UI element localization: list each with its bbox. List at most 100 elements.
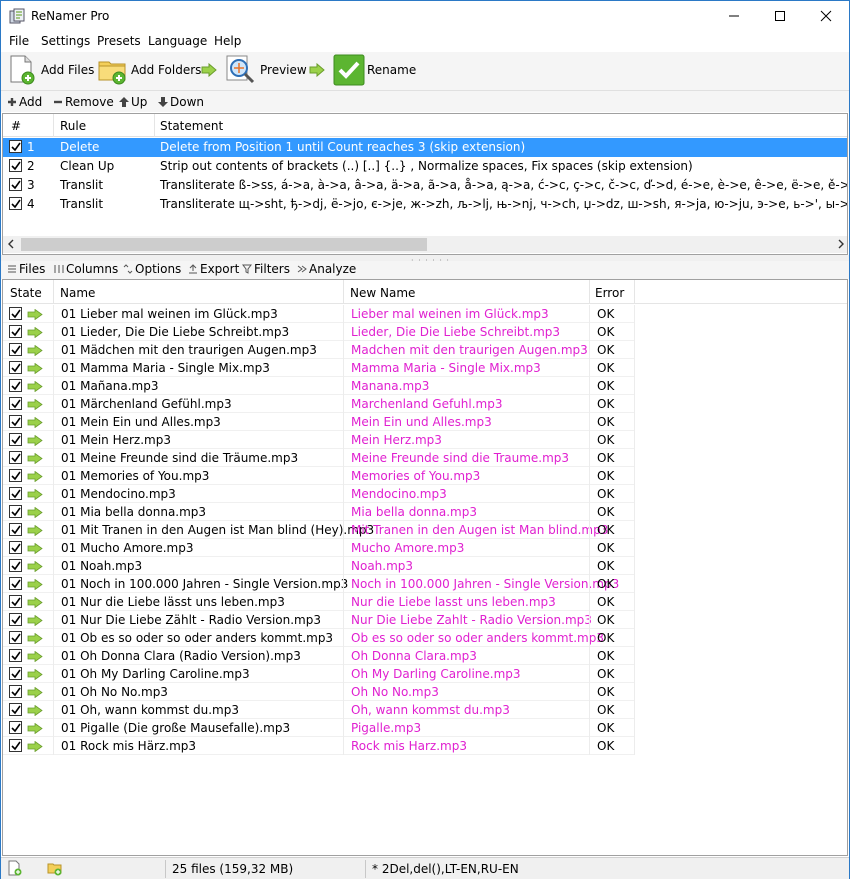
- file-checkbox[interactable]: [9, 361, 22, 374]
- file-row[interactable]: 01 Oh, wann kommst du.mp3 Oh, wann kommst…: [3, 701, 635, 719]
- add-file-small-icon[interactable]: [7, 860, 23, 876]
- rule-row[interactable]: 2 Clean Up Strip out contents of brackets …: [3, 157, 847, 176]
- rule-checkbox[interactable]: [9, 178, 22, 191]
- files-col-name[interactable]: Name: [60, 286, 95, 300]
- file-row[interactable]: 01 Märchenland Gefühl.mp3 Marchenland Gef…: [3, 395, 635, 413]
- rule-checkbox[interactable]: [9, 159, 22, 172]
- file-row[interactable]: 01 Pigalle (Die große Mausefalle).mp3 Pig…: [3, 719, 635, 737]
- rules-col-num[interactable]: #: [11, 119, 21, 133]
- file-new-name: Mein Herz.mp3: [351, 433, 442, 447]
- files-col-new-name[interactable]: New Name: [350, 286, 415, 300]
- add-folders-button[interactable]: Add Folders: [97, 52, 201, 88]
- file-row[interactable]: 01 Mein Herz.mp3 Mein Herz.mp3 OK: [3, 431, 635, 449]
- file-checkbox[interactable]: [9, 487, 22, 500]
- col-divider: [634, 665, 635, 683]
- file-error: OK: [597, 343, 615, 357]
- menu-help[interactable]: Help: [214, 34, 241, 48]
- rename-button[interactable]: Rename: [333, 52, 417, 88]
- file-checkbox[interactable]: [9, 397, 22, 410]
- file-row[interactable]: 01 Mein Ein und Alles.mp3 Mein Ein und Al…: [3, 413, 635, 431]
- file-row[interactable]: 01 Noch in 100.000 Jahren - Single Versi…: [3, 575, 635, 593]
- filters-menu-button[interactable]: Filters: [242, 262, 290, 276]
- file-row[interactable]: 01 Mucho Amore.mp3 Mucho Amore.mp3 OK: [3, 539, 635, 557]
- export-menu-button[interactable]: Export: [188, 262, 239, 276]
- scrollbar-thumb[interactable]: [21, 238, 427, 251]
- file-checkbox[interactable]: [9, 703, 22, 716]
- title-bar[interactable]: ReNamer Pro: [1, 1, 849, 31]
- check-icon: [11, 309, 21, 319]
- options-menu-button[interactable]: Options: [123, 262, 181, 276]
- menu-settings[interactable]: Settings: [41, 34, 90, 48]
- col-divider: [343, 539, 344, 557]
- file-row[interactable]: 01 Mendocino.mp3 Mendocino.mp3 OK: [3, 485, 635, 503]
- maximize-button[interactable]: [757, 1, 803, 31]
- file-checkbox[interactable]: [9, 739, 22, 752]
- rule-checkbox[interactable]: [9, 140, 22, 153]
- move-down-button[interactable]: Down: [158, 95, 204, 109]
- file-checkbox[interactable]: [9, 595, 22, 608]
- analyze-menu-button[interactable]: Analyze: [297, 262, 356, 276]
- file-checkbox[interactable]: [9, 541, 22, 554]
- close-button[interactable]: [803, 1, 849, 31]
- col-divider: [53, 701, 54, 719]
- move-up-button[interactable]: Up: [119, 95, 147, 109]
- file-checkbox[interactable]: [9, 505, 22, 518]
- columns-menu-button[interactable]: Columns: [54, 262, 118, 276]
- file-row[interactable]: 01 Mädchen mit den traurigen Augen.mp3 Ma…: [3, 341, 635, 359]
- remove-rule-button[interactable]: Remove: [53, 95, 114, 109]
- rules-col-rule[interactable]: Rule: [60, 119, 86, 133]
- rule-checkbox[interactable]: [9, 197, 22, 210]
- add-folder-small-icon[interactable]: [47, 860, 63, 876]
- file-checkbox[interactable]: [9, 559, 22, 572]
- file-row[interactable]: 01 Memories of You.mp3 Memories of You.mp…: [3, 467, 635, 485]
- file-row[interactable]: 01 Noah.mp3 Noah.mp3 OK: [3, 557, 635, 575]
- file-checkbox[interactable]: [9, 667, 22, 680]
- menu-file[interactable]: File: [9, 34, 29, 48]
- menu-presets[interactable]: Presets: [97, 34, 141, 48]
- file-row[interactable]: 01 Mia bella donna.mp3 Mia bella donna.mp…: [3, 503, 635, 521]
- add-rule-button[interactable]: Add: [7, 95, 42, 109]
- minimize-button[interactable]: [711, 1, 757, 31]
- file-checkbox[interactable]: [9, 451, 22, 464]
- file-checkbox[interactable]: [9, 523, 22, 536]
- file-row[interactable]: 01 Ob es so oder so oder anders kommt.mp…: [3, 629, 635, 647]
- files-menu-button[interactable]: Files: [7, 262, 45, 276]
- rule-row[interactable]: 1 Delete Delete from Position 1 until Coun…: [3, 138, 847, 157]
- file-checkbox[interactable]: [9, 631, 22, 644]
- menu-language[interactable]: Language: [148, 34, 207, 48]
- file-checkbox[interactable]: [9, 379, 22, 392]
- file-row[interactable]: 01 Oh Donna Clara (Radio Version).mp3 Oh …: [3, 647, 635, 665]
- file-row[interactable]: 01 Nur die Liebe lässt uns leben.mp3 Nur …: [3, 593, 635, 611]
- rules-horizontal-scrollbar[interactable]: [3, 236, 847, 253]
- file-row[interactable]: 01 Oh No No.mp3 Oh No No.mp3 OK: [3, 683, 635, 701]
- preview-button[interactable]: Preview: [225, 52, 307, 88]
- file-row[interactable]: 01 Mit Tranen in den Augen ist Man blind…: [3, 521, 635, 539]
- file-row[interactable]: 01 Nur Die Liebe Zählt - Radio Version.m…: [3, 611, 635, 629]
- scroll-right-icon[interactable]: [837, 239, 845, 249]
- rule-row[interactable]: 3 Translit Transliterate ß->ss, á->a, à->a…: [3, 176, 847, 195]
- file-checkbox[interactable]: [9, 721, 22, 734]
- add-files-button[interactable]: Add Files: [7, 52, 94, 88]
- file-checkbox[interactable]: [9, 433, 22, 446]
- file-checkbox[interactable]: [9, 307, 22, 320]
- file-row[interactable]: 01 Mamma Maria - Single Mix.mp3 Mamma Mar…: [3, 359, 635, 377]
- file-row[interactable]: 01 Lieber mal weinen im Glück.mp3 Lieber …: [3, 305, 635, 323]
- rules-col-statement[interactable]: Statement: [160, 119, 223, 133]
- file-row[interactable]: 01 Lieder, Die Die Liebe Schreibt.mp3 Lie…: [3, 323, 635, 341]
- file-checkbox[interactable]: [9, 469, 22, 482]
- file-checkbox[interactable]: [9, 577, 22, 590]
- file-checkbox[interactable]: [9, 685, 22, 698]
- file-row[interactable]: 01 Mañana.mp3 Manana.mp3 OK: [3, 377, 635, 395]
- rule-row[interactable]: 4 Translit Transliterate щ->sht, ђ->dj, ё-…: [3, 195, 847, 214]
- files-col-error[interactable]: Error: [595, 286, 624, 300]
- files-col-state[interactable]: State: [10, 286, 42, 300]
- file-checkbox[interactable]: [9, 649, 22, 662]
- file-row[interactable]: 01 Oh My Darling Caroline.mp3 Oh My Darli…: [3, 665, 635, 683]
- file-row[interactable]: 01 Rock mis Härz.mp3 Rock mis Harz.mp3 OK: [3, 737, 635, 755]
- file-checkbox[interactable]: [9, 415, 22, 428]
- file-checkbox[interactable]: [9, 343, 22, 356]
- file-checkbox[interactable]: [9, 325, 22, 338]
- scroll-left-icon[interactable]: [7, 239, 15, 249]
- file-row[interactable]: 01 Meine Freunde sind die Träume.mp3 Mein…: [3, 449, 635, 467]
- file-checkbox[interactable]: [9, 613, 22, 626]
